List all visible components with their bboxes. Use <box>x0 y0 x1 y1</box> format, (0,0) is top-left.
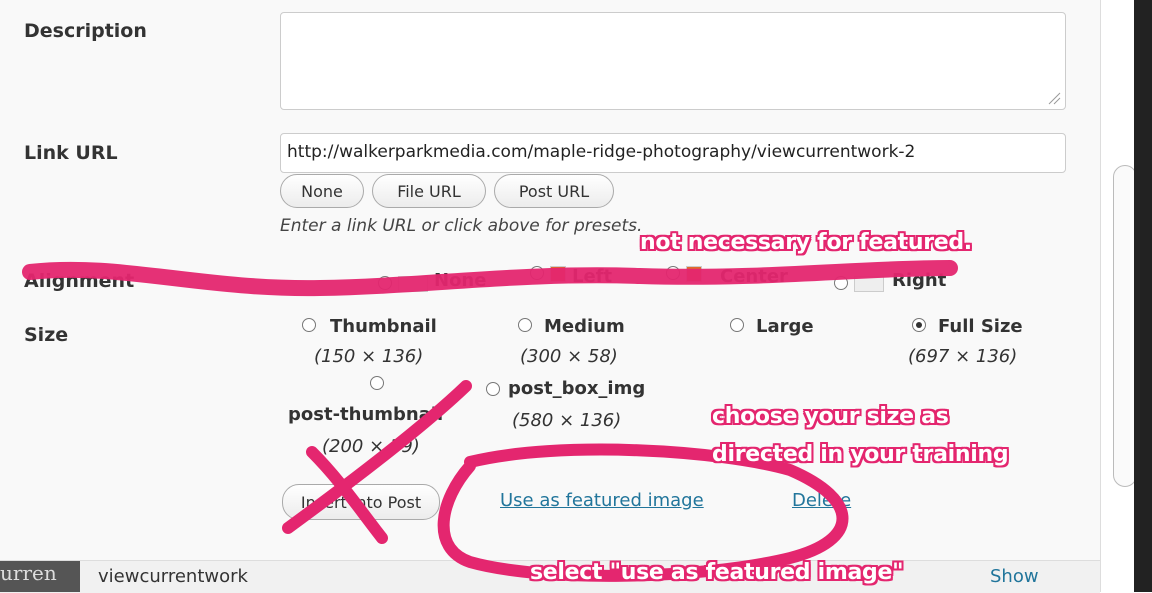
strike-through-mark <box>22 260 958 297</box>
note-choose-size-line2: directed in your training <box>712 442 1009 467</box>
circle-mark <box>437 443 849 582</box>
annotation-marks <box>22 260 958 582</box>
note-not-necessary: not necessary for featured. <box>640 230 972 255</box>
note-choose-size-line1: choose your size as <box>712 404 949 429</box>
note-select-featured: select "use as featured image" <box>530 560 904 585</box>
